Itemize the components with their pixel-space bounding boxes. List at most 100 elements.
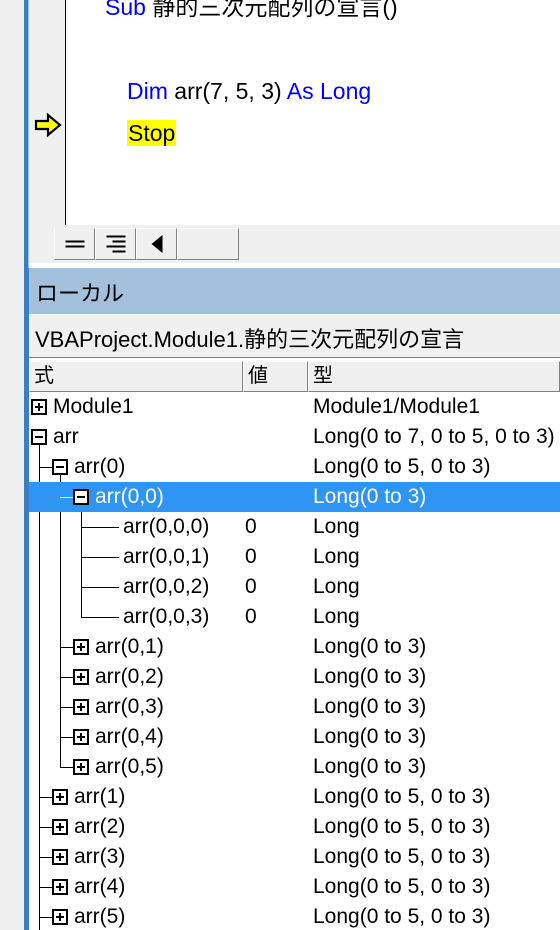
locals-tree-row[interactable]: arr(2) Long(0 to 5, 0 to 3) [29,812,560,842]
code-line-2: Dim arr(7, 5, 3) As Long [127,70,371,112]
tree-expand-icon[interactable] [73,699,89,715]
four-lines-icon [106,233,125,256]
code-text-area[interactable]: Sub 静的三次元配列の宣言() Dim arr(7, 5, 3) As Lon… [67,0,560,225]
row-expression: arr(0,0) [95,485,164,508]
procedure-view-button[interactable] [54,228,95,260]
row-type: Long(0 to 3) [313,725,427,748]
locals-tree-row[interactable]: arr Long(0 to 7, 0 to 5, 0 to 3) [29,422,560,452]
locals-column-headers: 式 値 型 [29,361,560,392]
row-expression: arr(0) [74,455,126,478]
locals-tree-row[interactable]: arr(0,1) Long(0 to 3) [29,632,560,662]
code-gutter[interactable] [29,0,66,225]
tree-elbow-line [39,917,52,918]
tree-elbow-line [60,767,73,768]
locals-tree-row[interactable]: arr(0) Long(0 to 5, 0 to 3) [29,452,560,482]
tree-elbow-line [60,737,73,738]
locals-tree-row[interactable]: arr(4) Long(0 to 5, 0 to 3) [29,872,560,902]
tree-expand-icon[interactable] [31,399,47,415]
row-type: Long(0 to 3) [313,755,427,778]
locals-tree-row[interactable]: Module1 Module1/Module1 [29,392,560,422]
scroll-left-button[interactable] [136,228,177,260]
tree-elbow-line [60,677,73,678]
code-editor-pane[interactable]: Sub 静的三次元配列の宣言() Dim arr(7, 5, 3) As Lon… [29,0,560,225]
row-expression: arr(0,0,3) [123,605,210,628]
tree-elbow-line [39,797,52,798]
row-type: Long(0 to 5, 0 to 3) [313,875,491,898]
two-lines-icon [65,238,84,251]
code-token: Dim [127,78,175,104]
row-type: Long(0 to 5, 0 to 3) [313,815,491,838]
full-module-view-button[interactable] [95,228,136,260]
tree-expand-icon[interactable] [52,879,68,895]
horizontal-scrollbar-track[interactable] [239,225,560,263]
code-token: Stop [127,120,177,146]
locals-context-bar: VBAProject.Module1.静的三次元配列の宣言 [29,314,560,358]
row-expression: arr(2) [74,815,126,838]
locals-tree-row[interactable]: arr(3) Long(0 to 5, 0 to 3) [29,842,560,872]
row-expression: arr(0,2) [95,665,164,688]
locals-title-bar[interactable]: ローカル [29,268,560,314]
column-header-type[interactable]: 型 [308,361,560,392]
tree-elbow-line [39,467,52,468]
row-type: Module1/Module1 [313,395,480,418]
row-value: 0 [245,605,257,628]
locals-tree-row[interactable]: arr(0,0,3) 0 Long [29,602,560,632]
locals-window: ローカル VBAProject.Module1.静的三次元配列の宣言 式 値 型… [24,268,560,930]
code-line-0: Sub 静的三次元配列の宣言() [105,0,398,28]
locals-tree-row[interactable]: arr(0,3) Long(0 to 3) [29,692,560,722]
row-type: Long(0 to 7, 0 to 5, 0 to 3) [313,425,555,448]
triangle-left-icon [151,235,162,253]
row-expression: arr(4) [74,875,126,898]
locals-tree-row[interactable]: arr(1) Long(0 to 5, 0 to 3) [29,782,560,812]
row-type: Long(0 to 3) [313,635,427,658]
locals-tree-row[interactable]: arr(0,0,1) 0 Long [29,542,560,572]
tree-elbow-line [39,887,52,888]
tree-elbow-line [60,647,73,648]
code-pane-bottom-toolbar [29,225,560,265]
row-expression: arr(0,0,1) [123,545,210,568]
locals-tree-row[interactable]: arr(0,0) Long(0 to 3) [29,482,560,512]
tree-collapse-icon[interactable] [73,489,89,505]
column-header-value[interactable]: 値 [243,361,308,392]
tree-elbow-line [81,587,119,588]
tree-expand-icon[interactable] [52,849,68,865]
tree-expand-icon[interactable] [73,729,89,745]
locals-tree-row[interactable]: arr(0,5) Long(0 to 3) [29,752,560,782]
tree-expand-icon[interactable] [52,909,68,925]
locals-tree-row[interactable]: arr(0,0,2) 0 Long [29,572,560,602]
column-header-expression[interactable]: 式 [29,361,243,392]
locals-tree-row[interactable]: arr(0,0,0) 0 Long [29,512,560,542]
code-token: arr(7, 5, 3) [174,78,287,104]
row-expression: arr(1) [74,785,126,808]
tree-collapse-icon[interactable] [31,429,47,445]
tree-expand-icon[interactable] [73,759,89,775]
row-type: Long [313,515,360,538]
tree-expand-icon[interactable] [52,789,68,805]
row-expression: Module1 [53,395,134,418]
execution-pointer-icon [34,112,62,138]
tree-expand-icon[interactable] [52,819,68,835]
code-token: 静的三次元配列の宣言() [152,0,398,20]
locals-tree-row[interactable]: arr(5) Long(0 to 5, 0 to 3) [29,902,560,930]
tree-elbow-line [60,707,73,708]
locals-tree-row[interactable]: arr(0,2) Long(0 to 3) [29,662,560,692]
row-expression: arr [53,425,79,448]
locals-window-title: ローカル [36,281,125,306]
tree-collapse-icon[interactable] [52,459,68,475]
row-expression: arr(0,4) [95,725,164,748]
locals-tree-row[interactable]: arr(0,4) Long(0 to 3) [29,722,560,752]
row-type: Long(0 to 3) [313,665,427,688]
row-type: Long(0 to 5, 0 to 3) [313,845,491,868]
row-expression: arr(0,5) [95,755,164,778]
code-token: As Long [286,78,372,104]
row-type: Long(0 to 3) [313,695,427,718]
locals-variable-tree[interactable]: Module1 Module1/Module1 arr Long(0 to 7, 0 … [29,392,560,930]
tree-elbow-line [39,857,52,858]
tree-expand-icon[interactable] [73,639,89,655]
tree-elbow-line [39,827,52,828]
row-type: Long(0 to 5, 0 to 3) [313,785,491,808]
tree-expand-icon[interactable] [73,669,89,685]
horizontal-scrollbar-thumb[interactable] [177,228,239,260]
code-token: Sub [105,0,153,20]
tree-elbow-line [81,557,119,558]
